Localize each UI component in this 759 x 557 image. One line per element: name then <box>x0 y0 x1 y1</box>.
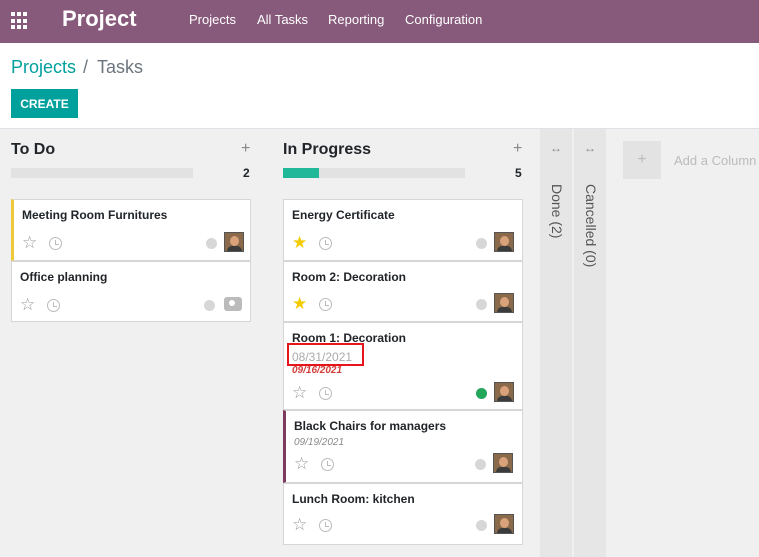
status-dot[interactable] <box>476 520 487 531</box>
deadline-date: 09/16/2021 <box>292 365 343 376</box>
star-icon[interactable]: ☆ <box>20 296 35 313</box>
menu-reporting[interactable]: Reporting <box>328 12 384 27</box>
folded-column-cancelled[interactable]: ↔ Cancelled (0) <box>574 129 606 557</box>
column-count: 5 <box>515 166 522 180</box>
star-icon[interactable]: ☆ <box>292 384 307 401</box>
unassigned-avatar-icon[interactable] <box>224 297 242 311</box>
status-dot[interactable] <box>206 238 217 249</box>
quick-create-button[interactable]: + <box>513 140 522 158</box>
menu-all-tasks[interactable]: All Tasks <box>257 12 308 27</box>
activity-clock-icon[interactable] <box>319 519 332 532</box>
star-icon[interactable]: ★ <box>292 234 307 251</box>
task-card[interactable]: Energy Certificate ★ <box>283 199 523 261</box>
progress-fill <box>283 168 320 178</box>
highlight-box <box>287 343 364 366</box>
breadcrumb-projects-link[interactable]: Projects <box>11 57 76 78</box>
status-dot[interactable] <box>476 238 487 249</box>
quick-create-button[interactable]: + <box>241 140 250 158</box>
task-title: Room 2: Decoration <box>292 270 407 284</box>
activity-clock-icon[interactable] <box>321 458 334 471</box>
column-title[interactable]: In Progress <box>283 141 371 159</box>
star-icon[interactable]: ☆ <box>292 516 307 533</box>
unfold-arrow-icon[interactable]: ↔ <box>584 141 596 155</box>
status-dot[interactable] <box>204 300 215 311</box>
apps-menu-icon[interactable] <box>11 12 29 30</box>
folded-column-title: Cancelled (0) <box>583 184 599 268</box>
deadline-date: 09/19/2021 <box>294 437 345 448</box>
star-icon[interactable]: ☆ <box>294 455 309 472</box>
star-icon[interactable]: ★ <box>292 295 307 312</box>
task-card[interactable]: Room 2: Decoration ★ <box>283 261 523 322</box>
folded-column-done[interactable]: ↔ Done (2) <box>540 129 572 557</box>
task-title: Energy Certificate <box>292 208 395 222</box>
task-card[interactable]: Black Chairs for managers 09/19/2021 ☆ <box>283 410 523 483</box>
breadcrumb-separator: / <box>83 57 89 77</box>
activity-clock-icon[interactable] <box>319 298 332 311</box>
avatar[interactable] <box>493 453 513 473</box>
avatar[interactable] <box>494 293 514 313</box>
task-title: Office planning <box>20 270 108 284</box>
control-panel: Projects / Tasks CREATE <box>0 43 759 129</box>
task-title: Meeting Room Furnitures <box>22 208 168 222</box>
activity-clock-icon[interactable] <box>47 299 60 312</box>
avatar[interactable] <box>494 232 514 252</box>
menu-configuration[interactable]: Configuration <box>405 12 482 27</box>
task-card[interactable]: Meeting Room Furnitures ☆ <box>11 199 251 261</box>
avatar[interactable] <box>494 382 514 402</box>
avatar[interactable] <box>494 514 514 534</box>
status-dot[interactable] <box>475 459 486 470</box>
column-count: 2 <box>243 166 250 180</box>
task-card[interactable]: Lunch Room: kitchen ☆ <box>283 483 523 545</box>
task-card[interactable]: Room 1: Decoration 08/31/2021 09/16/2021… <box>283 322 523 410</box>
add-column-label[interactable]: Add a Column <box>674 153 756 168</box>
column-title[interactable]: To Do <box>11 141 55 159</box>
create-button[interactable]: CREATE <box>11 89 78 118</box>
app-brand[interactable]: Project <box>62 6 137 32</box>
activity-clock-icon[interactable] <box>319 387 332 400</box>
top-navbar: Project Projects All Tasks Reporting Con… <box>0 0 759 43</box>
task-title: Lunch Room: kitchen <box>292 492 415 506</box>
activity-clock-icon[interactable] <box>319 237 332 250</box>
progress-bar[interactable] <box>11 168 193 178</box>
add-column-button[interactable]: + <box>623 141 661 179</box>
task-card[interactable]: Office planning ☆ <box>11 261 251 322</box>
progress-bar[interactable] <box>283 168 465 178</box>
menu-projects[interactable]: Projects <box>189 12 236 27</box>
breadcrumb-current: Tasks <box>97 57 144 77</box>
folded-column-title: Done (2) <box>549 184 565 239</box>
activity-clock-icon[interactable] <box>49 237 62 250</box>
star-icon[interactable]: ☆ <box>22 234 37 251</box>
status-dot[interactable] <box>476 299 487 310</box>
kanban-board: To Do + 2 Meeting Room Furnitures ☆ Offi… <box>0 129 759 557</box>
avatar[interactable] <box>224 232 244 252</box>
task-title: Black Chairs for managers <box>294 419 447 433</box>
unfold-arrow-icon[interactable]: ↔ <box>550 141 562 155</box>
status-dot[interactable] <box>476 388 487 399</box>
